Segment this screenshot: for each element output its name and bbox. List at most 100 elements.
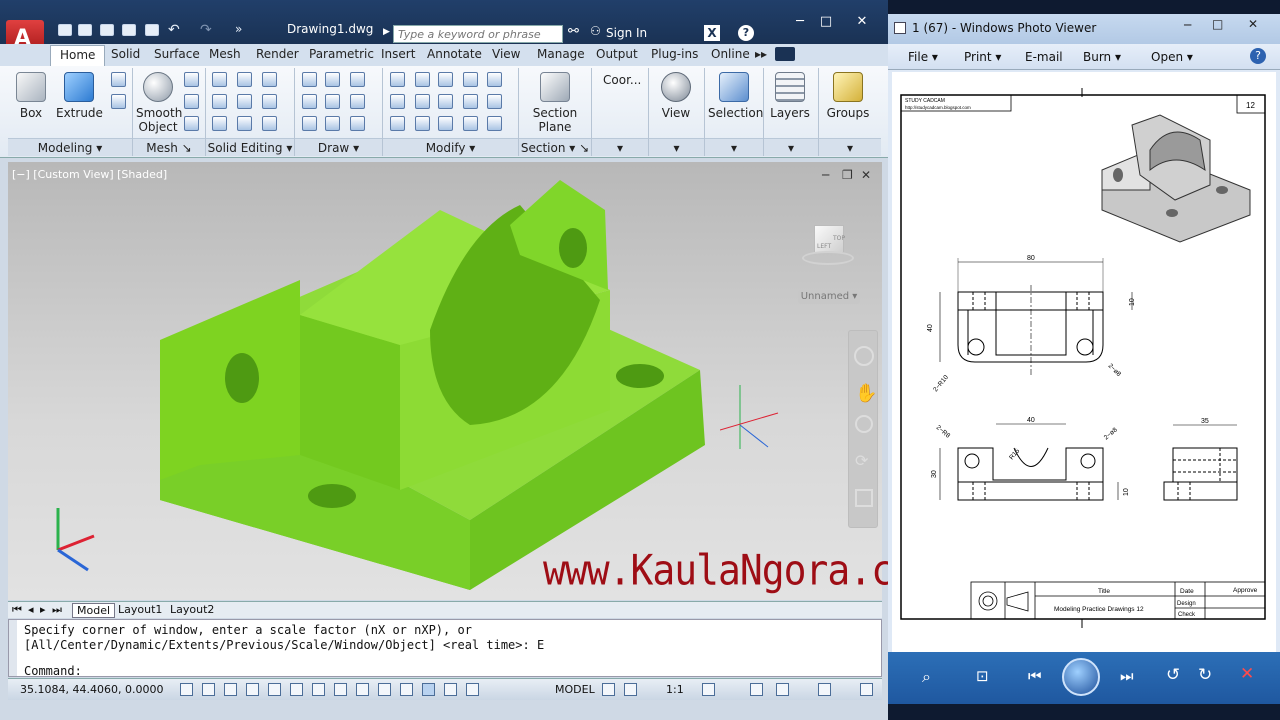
- quick-view-drawings-icon[interactable]: [624, 683, 637, 696]
- selection-button[interactable]: Selection: [708, 72, 763, 120]
- save-icon[interactable]: [100, 24, 114, 36]
- menu-burn[interactable]: Burn ▾: [1083, 50, 1121, 64]
- open-icon[interactable]: [78, 24, 92, 36]
- polar-tracking-icon[interactable]: [268, 683, 281, 696]
- lock-ui-icon[interactable]: [776, 683, 789, 696]
- model-space-button[interactable]: MODEL: [555, 683, 595, 696]
- next-image-icon[interactable]: ⏭: [1120, 667, 1134, 685]
- new-icon[interactable]: [58, 24, 72, 36]
- pv-maximize-button[interactable]: □: [1212, 17, 1223, 31]
- panel-solid-editing[interactable]: Solid Editing ▾: [206, 138, 294, 156]
- polygon-icon[interactable]: [302, 116, 317, 131]
- polyline-icon[interactable]: [302, 94, 317, 109]
- tab-mesh[interactable]: Mesh: [209, 47, 241, 61]
- panel-draw[interactable]: Draw ▾: [295, 138, 382, 156]
- solid-edit-6-icon[interactable]: [262, 116, 277, 131]
- tab-layout1[interactable]: Layout1: [118, 603, 162, 616]
- layout-nav-first-icon[interactable]: ⏮: [12, 603, 22, 617]
- pan-icon[interactable]: ✋: [855, 383, 877, 405]
- quick-view-layouts-icon[interactable]: [602, 683, 615, 696]
- panel-section[interactable]: Section ▾ ↘: [519, 138, 591, 156]
- sign-in-link[interactable]: Sign In: [606, 26, 647, 40]
- tab-surface[interactable]: Surface: [154, 47, 200, 61]
- fillet-icon[interactable]: [415, 116, 430, 131]
- panel-coordinates[interactable]: ▾: [592, 138, 648, 156]
- hatch-icon[interactable]: [325, 72, 340, 87]
- command-window[interactable]: Specify corner of window, enter a scale …: [8, 619, 882, 678]
- union-icon[interactable]: [212, 72, 227, 87]
- panel-selection[interactable]: ▾: [705, 138, 763, 156]
- solid-edit-5-icon[interactable]: [262, 94, 277, 109]
- menu-email[interactable]: E-mail: [1025, 50, 1063, 64]
- viewcube-compass-ring[interactable]: [802, 251, 854, 265]
- help-icon[interactable]: ?: [738, 25, 754, 41]
- orbit-icon[interactable]: ⟳: [855, 451, 873, 470]
- tab-parametric[interactable]: Parametric: [309, 47, 374, 61]
- annotation-visibility-icon[interactable]: [702, 683, 715, 696]
- tab-home[interactable]: Home: [50, 45, 106, 66]
- solid-edit-4-icon[interactable]: [262, 72, 277, 87]
- overflow-icon[interactable]: »: [235, 22, 242, 36]
- lineweight-icon[interactable]: [400, 683, 413, 696]
- menu-open[interactable]: Open ▾: [1151, 50, 1193, 64]
- groups-button[interactable]: Groups: [826, 72, 870, 120]
- tab-overflow-icon[interactable]: ▸▸: [755, 47, 767, 61]
- transparency-icon[interactable]: [422, 683, 435, 696]
- viewport-restore-icon[interactable]: ❐: [842, 168, 853, 182]
- steering-wheel-icon[interactable]: [854, 346, 874, 366]
- tab-output[interactable]: Output: [596, 47, 638, 61]
- mesh-tool-2-icon[interactable]: [184, 94, 199, 109]
- modify-more-2-icon[interactable]: [487, 94, 502, 109]
- viewport-close-icon[interactable]: ✕: [861, 168, 871, 182]
- subtract-icon[interactable]: [212, 94, 227, 109]
- tab-model[interactable]: Model: [72, 603, 116, 618]
- intersect-icon[interactable]: [212, 116, 227, 131]
- selection-cycling-icon[interactable]: [466, 683, 479, 696]
- panel-layers[interactable]: ▾: [764, 138, 818, 156]
- mirror-icon[interactable]: [415, 94, 430, 109]
- workspace-switching-icon[interactable]: [750, 683, 763, 696]
- redo-icon[interactable]: ↷: [200, 22, 212, 38]
- object-snap-icon[interactable]: [290, 683, 303, 696]
- scale-icon[interactable]: [438, 94, 453, 109]
- tab-annotate[interactable]: Annotate: [427, 47, 482, 61]
- ellipse-icon[interactable]: [350, 116, 365, 131]
- command-input[interactable]: Command:: [24, 664, 82, 678]
- previous-image-icon[interactable]: ⏮: [1028, 667, 1042, 685]
- save-as-icon[interactable]: [122, 24, 136, 36]
- binoculars-icon[interactable]: ⚯: [568, 24, 579, 39]
- dynamic-input-icon[interactable]: [378, 683, 391, 696]
- pv-close-button[interactable]: ✕: [1248, 17, 1258, 31]
- showmotion-icon[interactable]: [855, 489, 873, 507]
- zoom-extents-icon[interactable]: [855, 415, 873, 433]
- search-input[interactable]: [393, 25, 563, 43]
- close-button[interactable]: ✕: [850, 14, 874, 30]
- infer-constraints-icon[interactable]: [180, 683, 193, 696]
- mesh-tool-1-icon[interactable]: [184, 72, 199, 87]
- zoom-icon[interactable]: ⌕: [922, 667, 931, 687]
- coordinates-button[interactable]: Coor...: [603, 73, 641, 87]
- coordinate-readout[interactable]: 35.1084, 44.4060, 0.0000: [20, 683, 163, 696]
- ucs-menu[interactable]: Unnamed ▾: [798, 290, 860, 304]
- polysolid-icon[interactable]: [111, 72, 126, 87]
- circle-icon[interactable]: [350, 94, 365, 109]
- viewport-controls-label[interactable]: [−] [Custom View] [Shaded]: [12, 168, 167, 181]
- minimize-button[interactable]: ─: [788, 14, 812, 30]
- quick-properties-icon[interactable]: [444, 683, 457, 696]
- solid-edit-1-icon[interactable]: [237, 72, 252, 87]
- 3d-object-snap-icon[interactable]: [312, 683, 325, 696]
- tab-solid[interactable]: Solid: [111, 47, 140, 61]
- isolate-objects-icon[interactable]: [818, 683, 831, 696]
- move-icon[interactable]: [390, 72, 405, 87]
- modify-more-1-icon[interactable]: [487, 72, 502, 87]
- tab-insert[interactable]: Insert: [381, 47, 415, 61]
- actual-size-icon[interactable]: ⊡: [976, 667, 989, 685]
- viewport-minimize-icon[interactable]: ─: [822, 168, 829, 182]
- slideshow-button[interactable]: [1062, 658, 1100, 696]
- annotation-scale[interactable]: 1:1: [666, 683, 684, 696]
- undo-icon[interactable]: ↶: [168, 22, 180, 38]
- stretch-icon[interactable]: [438, 72, 453, 87]
- viewcube[interactable]: TOP LEFT: [800, 215, 856, 271]
- search-arrow-icon[interactable]: ▶: [383, 27, 390, 37]
- tab-online[interactable]: Online: [711, 47, 750, 61]
